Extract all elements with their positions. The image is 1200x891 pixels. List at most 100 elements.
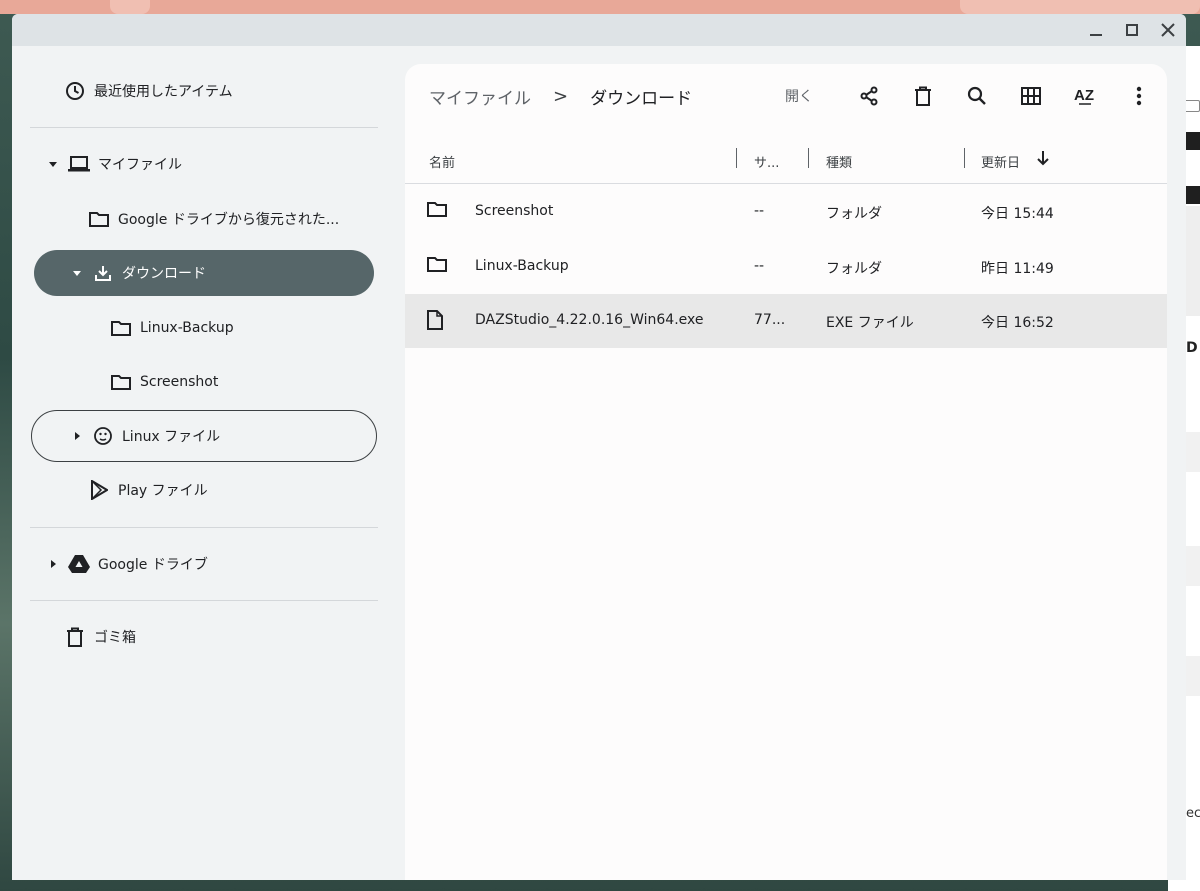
sidebar-item-downloads[interactable]: ダウンロード	[70, 250, 206, 296]
sidebar-item-label: Play ファイル	[118, 483, 208, 499]
minimize-icon	[1090, 34, 1102, 36]
arrow-down-icon[interactable]	[1036, 150, 1050, 170]
sidebar-item-my-files[interactable]: マイファイル	[46, 141, 182, 187]
background-block	[1186, 546, 1200, 586]
maximize-button[interactable]	[1120, 18, 1144, 42]
file-type-cell: フォルダ	[826, 260, 882, 277]
sidebar-item-label: Google ドライブから復元された...	[118, 212, 340, 228]
breadcrumb-separator: >	[553, 85, 569, 107]
sidebar-item-linux-files[interactable]: Linux ファイル	[70, 413, 220, 459]
background-block	[1186, 432, 1200, 472]
sidebar-item-recent[interactable]: 最近使用したアイテム	[64, 68, 233, 114]
delete-button[interactable]	[909, 82, 937, 110]
sidebar-item-label: マイファイル	[98, 157, 182, 173]
background-block	[1186, 132, 1200, 150]
sidebar-divider	[30, 527, 378, 528]
file-icon	[427, 310, 449, 332]
svg-text:AZ: AZ	[1074, 87, 1094, 104]
file-list-panel: マイファイル > ダウンロード 開く AZ 名前 サ... 種類 更新日 Scr…	[405, 64, 1167, 880]
play-store-icon	[88, 479, 110, 501]
file-modified-cell: 今日 15:44	[981, 206, 1054, 222]
laptop-icon	[68, 153, 90, 175]
table-row[interactable]: Linux-Backup -- フォルダ 昨日 11:49	[405, 240, 1167, 294]
folder-icon	[427, 256, 449, 278]
trash-icon	[64, 626, 86, 648]
file-modified-cell: 今日 16:52	[981, 315, 1054, 331]
share-icon	[860, 86, 878, 106]
file-size-cell: --	[754, 203, 765, 219]
sidebar-item-label: ゴミ箱	[94, 630, 136, 646]
grid-view-icon	[1021, 87, 1041, 105]
caret-down-icon[interactable]	[70, 266, 84, 280]
file-name-cell: Screenshot	[475, 203, 554, 219]
column-header-modified[interactable]: 更新日	[981, 152, 1020, 171]
sidebar-item-label: Screenshot	[140, 374, 219, 390]
title-bar	[12, 14, 1186, 46]
sidebar-item-play-files[interactable]: Play ファイル	[88, 467, 208, 513]
sidebar-divider	[30, 127, 378, 128]
close-button[interactable]	[1156, 18, 1180, 42]
column-header-type[interactable]: 種類	[826, 152, 852, 171]
minimize-button[interactable]	[1084, 18, 1108, 42]
sidebar: 最近使用したアイテム マイファイル Google ドライブから復元された...	[12, 46, 405, 880]
header-divider	[405, 183, 1167, 184]
penguin-icon	[92, 425, 114, 447]
sidebar-item-label: Google ドライブ	[98, 557, 208, 573]
sidebar-item-screenshot[interactable]: Screenshot	[110, 359, 218, 405]
delete-icon	[915, 86, 931, 106]
background-tab	[960, 0, 1200, 14]
sort-button[interactable]: AZ	[1071, 82, 1099, 110]
open-button[interactable]: 開く	[785, 86, 813, 106]
file-size-cell: --	[754, 257, 765, 274]
sidebar-item-label: Linux-Backup	[140, 320, 234, 336]
sidebar-item-label: Linux ファイル	[122, 429, 221, 445]
file-size-cell: 77...	[754, 312, 786, 328]
background-window-strip	[0, 0, 1200, 14]
folder-icon	[110, 317, 132, 339]
column-resize-handle[interactable]	[736, 148, 737, 168]
file-type-cell: EXE ファイル	[826, 315, 914, 331]
file-type-cell: フォルダ	[826, 206, 882, 222]
column-resize-handle[interactable]	[808, 148, 809, 168]
sidebar-item-google-drive[interactable]: Google ドライブ	[46, 541, 208, 587]
clock-icon	[64, 80, 86, 102]
search-icon	[967, 86, 986, 105]
more-vert-icon	[1136, 86, 1142, 106]
folder-icon	[427, 201, 449, 223]
caret-right-icon[interactable]	[70, 429, 84, 443]
table-row[interactable]: Screenshot -- フォルダ 今日 15:44	[405, 185, 1167, 239]
sidebar-item-trash[interactable]: ゴミ箱	[64, 614, 136, 660]
caret-down-icon[interactable]	[46, 157, 60, 171]
column-header-row: 名前 サ... 種類 更新日	[405, 138, 1167, 184]
download-icon	[92, 262, 114, 284]
column-resize-handle[interactable]	[964, 148, 965, 168]
column-header-size[interactable]: サ...	[754, 152, 779, 171]
more-options-button[interactable]	[1125, 82, 1153, 110]
search-button[interactable]	[963, 82, 991, 110]
caret-right-icon[interactable]	[46, 557, 60, 571]
breadcrumb-item-my-files[interactable]: マイファイル	[429, 84, 531, 109]
close-icon	[1161, 23, 1175, 37]
share-button[interactable]	[855, 82, 883, 110]
breadcrumb: マイファイル > ダウンロード	[429, 82, 692, 110]
sidebar-divider	[30, 600, 378, 601]
sort-az-icon: AZ	[1074, 87, 1094, 105]
files-app-window: 最近使用したアイテム マイファイル Google ドライブから復元された...	[12, 14, 1186, 880]
table-row[interactable]: DAZStudio_4.22.0.16_Win64.exe 77... EXE ファ…	[405, 294, 1167, 348]
column-header-name[interactable]: 名前	[429, 152, 455, 171]
folder-icon	[1184, 100, 1200, 112]
background-block	[1186, 656, 1200, 696]
file-name-cell: DAZStudio_4.22.0.16_Win64.exe	[475, 312, 704, 328]
background-text: D	[1186, 340, 1198, 356]
sidebar-item-google-restored[interactable]: Google ドライブから復元された...	[88, 196, 339, 242]
background-block	[1186, 186, 1200, 204]
sidebar-item-linux-backup[interactable]: Linux-Backup	[110, 305, 234, 351]
google-drive-icon	[68, 553, 90, 575]
file-modified-cell: 昨日 11:49	[981, 260, 1054, 277]
folder-icon	[88, 208, 110, 230]
grid-view-button[interactable]	[1017, 82, 1045, 110]
background-text: ec	[1186, 806, 1200, 821]
file-name-cell: Linux-Backup	[475, 257, 569, 274]
maximize-icon	[1126, 24, 1138, 36]
background-tab	[110, 0, 150, 14]
